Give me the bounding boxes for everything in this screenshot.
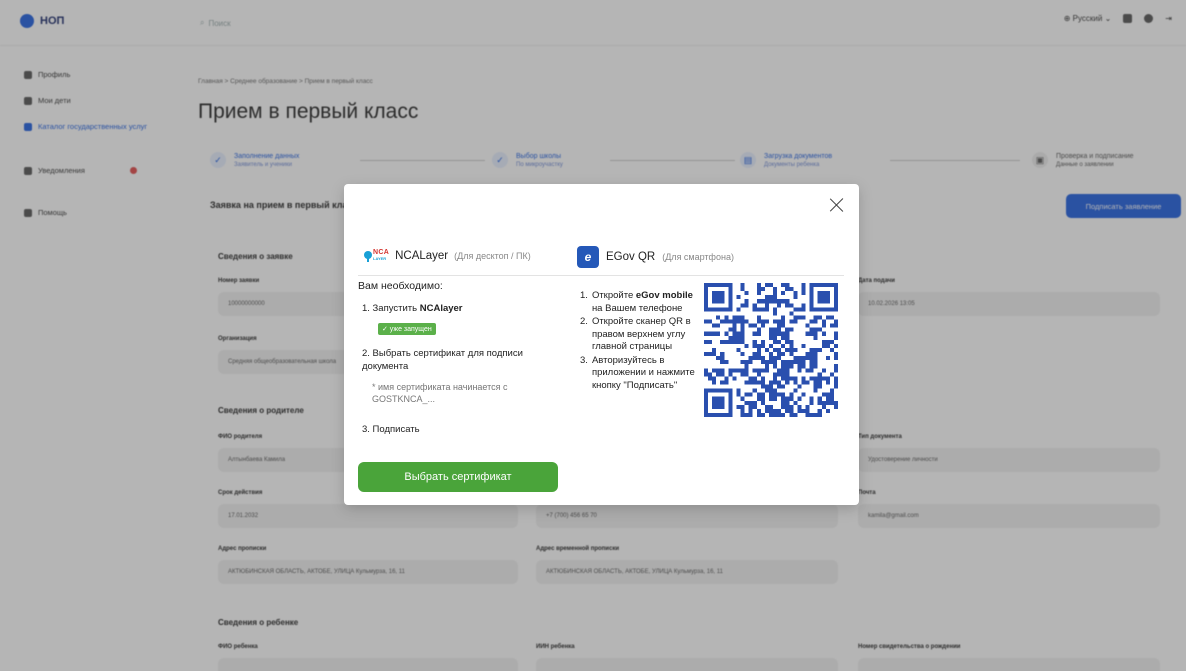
instructions-heading: Вам необходимо: <box>358 280 443 292</box>
tab-title: EGov QR <box>606 251 656 263</box>
step-text: Откройте сканер QR в правом верхнем углу… <box>591 316 691 352</box>
step-text: Авторизуйтесь в приложении и нажмите кно… <box>591 354 695 391</box>
close-icon[interactable] <box>829 197 845 213</box>
egov-instructions: 1. Откройте eGov mobile на Вашем телефон… <box>580 290 698 393</box>
step-text: 1. Запустить <box>362 303 420 314</box>
step-number: 1. <box>580 290 588 301</box>
qr-code <box>704 283 838 417</box>
tab-subtitle: (Для десктоп / ПК) <box>454 251 531 261</box>
pin-icon <box>364 251 372 262</box>
ncalayer-instructions: Вам необходимо: 1. Запустить NCAlayer ✓ … <box>358 278 568 435</box>
step-number: 2. <box>580 316 588 327</box>
egov-step-2: 2. Откройте сканер QR в правом верхнем у… <box>580 316 698 354</box>
instruction-step-2: 2. Выбрать сертификат для подписи докуме… <box>362 348 523 372</box>
tab-title: NCALayer <box>395 250 449 262</box>
tab-egov-qr[interactable]: e EGov QR (Для смартфона) <box>577 246 734 268</box>
step-text-bold: NCAlayer <box>419 303 463 314</box>
instruction-step-3: 3. Подписать <box>362 424 420 435</box>
step-text: Откройте <box>591 290 636 301</box>
tab-subtitle: (Для смартфона) <box>662 252 734 262</box>
logo-text: LAYER <box>373 256 387 261</box>
choose-certificate-button[interactable]: Выбрать сертификат <box>358 462 558 492</box>
step-text: на Вашем телефоне <box>591 302 683 314</box>
signature-modal: NCA LAYER NCALayer (Для десктоп / ПК) e E… <box>344 184 859 505</box>
egov-step-1: 1. Откройте eGov mobile на Вашем телефон… <box>580 290 698 315</box>
certificate-hint: * имя сертификата начинается с GOSTKNCA_… <box>372 382 508 404</box>
egov-logo: e <box>577 246 599 268</box>
egov-step-3: 3. Авторизуйтесь в приложении и нажмите … <box>580 355 698 393</box>
step-number: 3. <box>580 354 588 366</box>
instruction-step-1: 1. Запустить NCAlayer <box>362 302 463 315</box>
running-badge: ✓ уже запущен <box>378 323 436 335</box>
tab-ncalayer[interactable]: NCA LAYER NCALayer (Для десктоп / ПК) <box>364 249 531 262</box>
step-text-bold: eGov mobile <box>635 290 693 301</box>
ncalayer-logo: NCA LAYER <box>364 249 389 262</box>
divider <box>358 275 844 276</box>
